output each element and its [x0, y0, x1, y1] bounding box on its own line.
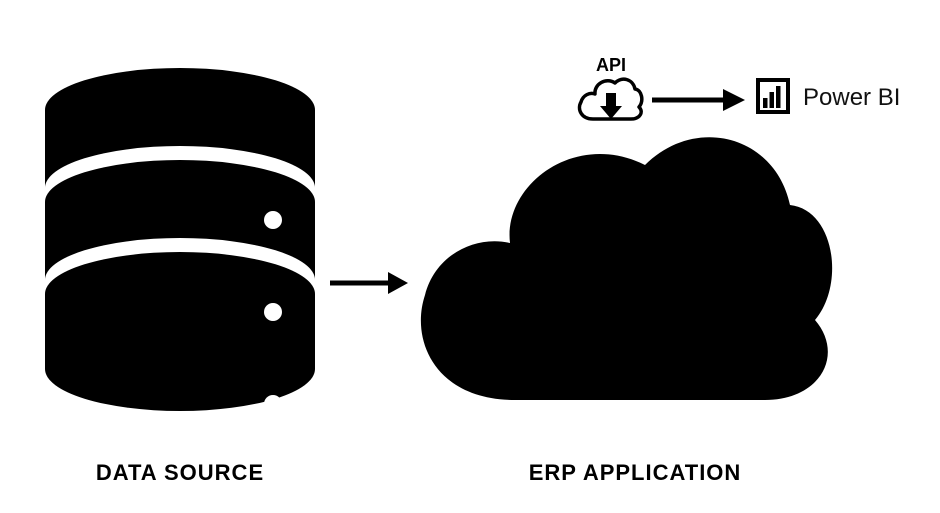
api-label: API	[586, 55, 636, 76]
database-icon	[35, 60, 325, 445]
power-bi-icon	[750, 74, 794, 123]
api-cloud-icon	[575, 75, 645, 135]
power-bi-label: Power BI	[803, 84, 900, 112]
arrow-db-to-cloud	[328, 268, 408, 303]
cloud-icon	[405, 125, 835, 425]
erp-application-label: ERP APPLICATION	[505, 460, 765, 486]
data-source-label: DATA SOURCE	[65, 460, 295, 486]
diagram-canvas: API Power BI DATA SOURCE ERP APPLI	[0, 0, 940, 513]
arrow-api-to-powerbi	[650, 85, 745, 120]
